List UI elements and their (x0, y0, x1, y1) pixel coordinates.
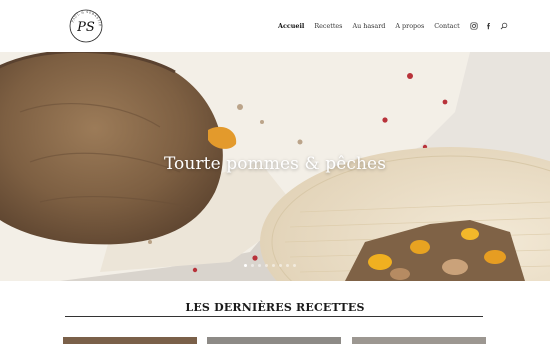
nav-item-contact[interactable]: Contact (434, 22, 459, 30)
facebook-icon[interactable] (485, 22, 494, 31)
search-icon[interactable] (500, 22, 509, 31)
recipe-card[interactable] (207, 337, 341, 344)
slider-dot[interactable] (265, 264, 268, 267)
slider-dot[interactable] (279, 264, 282, 267)
recipe-card[interactable] (352, 337, 486, 344)
nav-item-accueil[interactable]: Accueil (278, 22, 304, 30)
section-title-latest-recipes: LES DERNIÈRES RECETTES (185, 301, 365, 314)
slider-dot[interactable] (258, 264, 261, 267)
section-divider (65, 316, 483, 317)
hero-slider[interactable]: Tourte pommes & pêches (0, 52, 550, 281)
slider-dot[interactable] (293, 264, 296, 267)
nav-item-recettes[interactable]: Recettes (314, 22, 342, 30)
main-nav: Accueil Recettes Au hasard A propos Cont… (278, 0, 515, 52)
slider-pagination (244, 264, 300, 267)
logo-mark: PAUL & SEBASTIEN PS (66, 5, 103, 43)
slider-dot[interactable] (244, 264, 247, 267)
site-logo[interactable]: PAUL & SEBASTIEN PS (66, 5, 104, 44)
logo-monogram: PS (76, 20, 95, 35)
instagram-icon[interactable] (470, 22, 479, 31)
slider-dot[interactable] (286, 264, 289, 267)
slider-dot[interactable] (272, 264, 275, 267)
site-header: PAUL & SEBASTIEN PS Accueil Recettes Au … (0, 0, 550, 52)
recipe-card[interactable] (63, 337, 197, 344)
slider-dot[interactable] (251, 264, 254, 267)
nav-item-au-hasard[interactable]: Au hasard (352, 22, 385, 30)
nav-item-a-propos[interactable]: A propos (395, 22, 424, 30)
hero-title[interactable]: Tourte pommes & pêches (0, 154, 550, 174)
